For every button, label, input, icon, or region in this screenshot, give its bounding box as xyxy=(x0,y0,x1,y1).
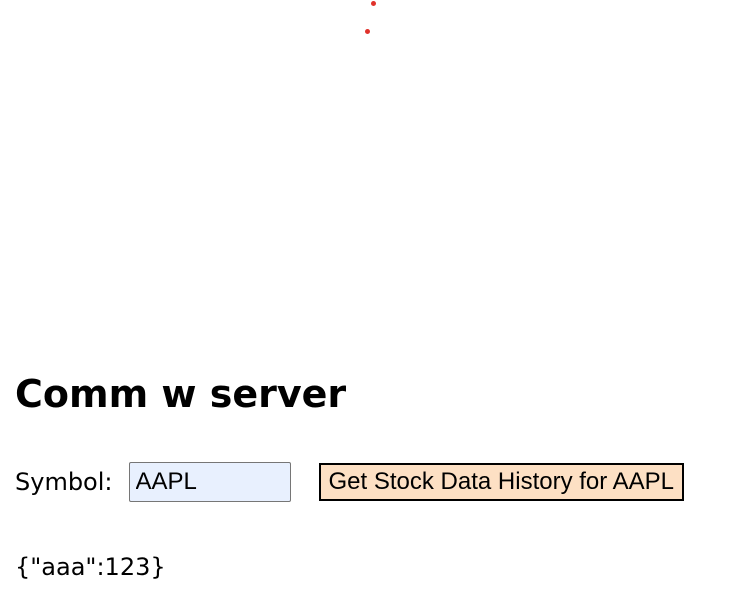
symbol-input[interactable] xyxy=(128,462,291,502)
page-title: Comm w server xyxy=(15,372,347,416)
get-stock-data-button[interactable]: Get Stock Data History for AAPL xyxy=(318,463,684,501)
symbol-label: Symbol: xyxy=(15,468,113,496)
red-dot xyxy=(365,29,370,34)
red-dot xyxy=(371,1,376,6)
page: Comm w server Symbol: Get Stock Data His… xyxy=(0,0,729,594)
server-response-text: {"aaa":123} xyxy=(15,553,166,581)
symbol-form: Symbol: Get Stock Data History for AAPL xyxy=(15,462,684,502)
